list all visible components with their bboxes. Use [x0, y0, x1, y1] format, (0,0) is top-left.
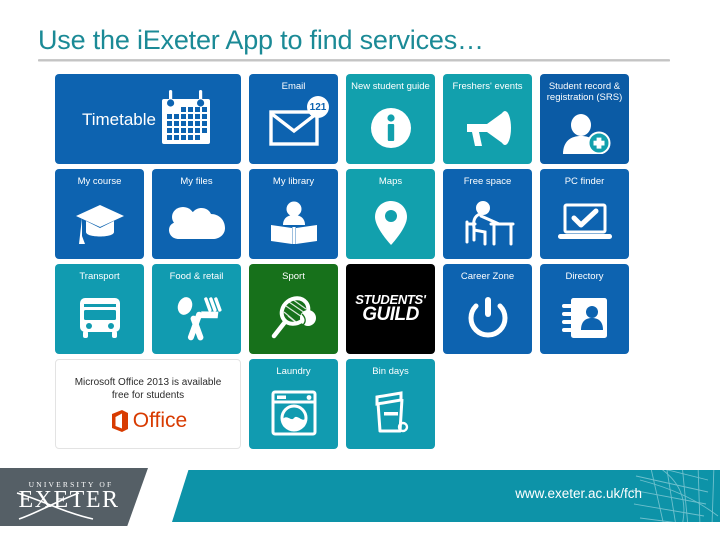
tile-microsoft-office[interactable]: Microsoft Office 2013 is available free …	[55, 359, 241, 449]
map-pin-icon	[346, 187, 435, 259]
calendar-icon	[158, 90, 214, 148]
trash-bin-icon	[346, 377, 435, 449]
tile-my-files[interactable]: My files	[152, 169, 241, 259]
tile-label: PC finder	[564, 176, 605, 187]
office-mark-icon	[111, 409, 128, 432]
tile-transport[interactable]: Transport	[55, 264, 144, 354]
tile-row: Transport Food & retail Sport STUDENTS' …	[55, 264, 637, 354]
slide-canvas: Use the i​Exeter App to find services… T…	[0, 0, 720, 540]
power-icon	[443, 282, 532, 354]
tile-my-library[interactable]: My library	[249, 169, 338, 259]
person-reading-book-icon	[249, 187, 338, 259]
tile-label: My course	[77, 176, 122, 187]
tile-label: Email	[281, 81, 306, 92]
tile-row: Timetable Email 121 New student guide Fr…	[55, 74, 637, 164]
tile-sport[interactable]: Sport	[249, 264, 338, 354]
tennis-racket-icon	[249, 282, 338, 354]
tile-row: Microsoft Office 2013 is available free …	[55, 359, 637, 449]
megaphone-icon	[443, 92, 532, 164]
address-book-icon	[540, 282, 629, 354]
tile-pc-finder[interactable]: PC finder	[540, 169, 629, 259]
tile-row: My course My files My library Maps Free …	[55, 169, 637, 259]
tile-free-space[interactable]: Free space	[443, 169, 532, 259]
laptop-check-icon	[540, 187, 629, 259]
office-line-1: Microsoft Office 2013 is available	[74, 376, 222, 388]
tile-food-retail[interactable]: Food & retail	[152, 264, 241, 354]
page-title: Use the i​Exeter App to find services…	[38, 25, 484, 55]
office-logo: Office	[109, 409, 187, 433]
tile-label: My files	[180, 176, 213, 187]
tile-label: Free space	[463, 176, 512, 187]
logo-exeter: EXETER	[16, 487, 120, 520]
add-person-icon	[540, 103, 629, 164]
tile-label: Laundry	[276, 366, 311, 377]
app-tile-grid: Timetable Email 121 New student guide Fr…	[55, 74, 637, 454]
info-icon	[346, 92, 435, 164]
washing-machine-icon	[249, 377, 338, 449]
tile-label: Sport	[282, 271, 305, 282]
tile-freshers-events[interactable]: Freshers' events	[443, 74, 532, 164]
tile-bin-days[interactable]: Bin days	[346, 359, 435, 449]
tile-label: Career Zone	[460, 271, 515, 282]
tile-my-course[interactable]: My course	[55, 169, 144, 259]
cloud-icon	[152, 187, 241, 259]
tile-label: Food & retail	[169, 271, 224, 282]
tile-new-student-guide[interactable]: New student guide	[346, 74, 435, 164]
title-divider	[38, 59, 670, 63]
tile-maps[interactable]: Maps	[346, 169, 435, 259]
logo-exeter-text: EXETER	[18, 487, 120, 513]
tile-student-record-srs[interactable]: Student record & registration (SRS)	[540, 74, 629, 164]
person-at-desk-icon	[443, 187, 532, 259]
university-logo: UNIVERSITY OF EXETER	[0, 468, 148, 526]
fork-spoon-icon	[152, 282, 241, 354]
tile-timetable[interactable]: Timetable	[55, 74, 241, 164]
tile-label: Transport	[79, 271, 120, 282]
title-area: Use the i​Exeter App to find services…	[38, 25, 670, 63]
web-pattern-icon	[631, 470, 719, 522]
tile-laundry[interactable]: Laundry	[249, 359, 338, 449]
tile-label: Maps	[378, 176, 403, 187]
tile-career-zone[interactable]: Career Zone	[443, 264, 532, 354]
guild-line-2: GUILD	[362, 304, 419, 326]
tile-directory[interactable]: Directory	[540, 264, 629, 354]
tile-label: Timetable	[81, 109, 156, 129]
tile-label: My library	[272, 176, 315, 187]
footer-url[interactable]: www.exeter.ac.uk/fch	[515, 486, 642, 501]
tile-students-guild[interactable]: STUDENTS' GUILD	[346, 264, 435, 354]
tile-label: Freshers' events	[452, 81, 523, 92]
office-line-2: free for students	[111, 389, 185, 401]
tile-label: Directory	[565, 271, 604, 282]
tile-label: New student guide	[351, 81, 430, 92]
email-unread-badge: 121	[307, 96, 329, 118]
graduation-cap-icon	[55, 187, 144, 259]
tile-email[interactable]: Email 121	[249, 74, 338, 164]
tile-label: Bin days	[372, 366, 409, 377]
bus-icon	[55, 282, 144, 354]
footer: UNIVERSITY OF EXETER www.exeter.ac.uk/fc…	[0, 466, 720, 540]
students-guild-logo: STUDENTS' GUILD	[355, 293, 426, 326]
office-wordmark: Office	[132, 409, 188, 432]
footer-teal-band: www.exeter.ac.uk/fch	[172, 470, 720, 522]
tile-label: Student record & registration (SRS)	[546, 81, 623, 103]
